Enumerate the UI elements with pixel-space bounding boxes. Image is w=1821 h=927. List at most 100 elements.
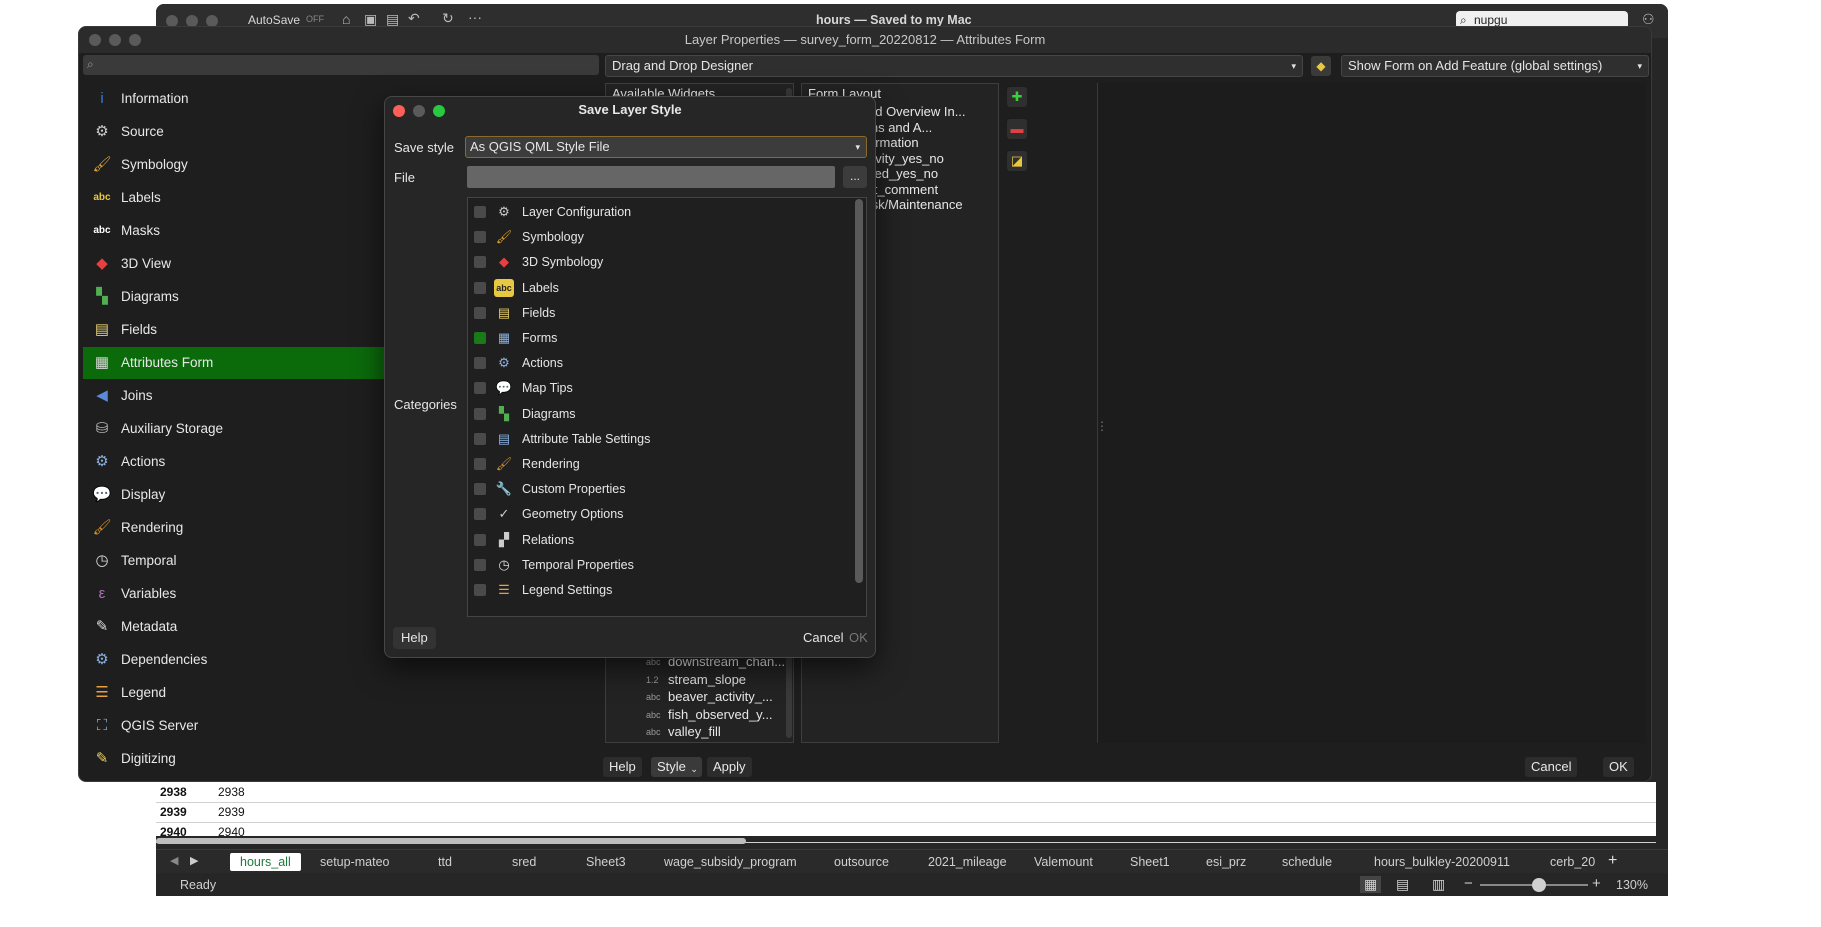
page-break-icon[interactable]: ▥ — [1432, 876, 1445, 893]
category-checkbox[interactable] — [474, 584, 486, 596]
sheet-tab[interactable]: setup-mateo — [310, 853, 399, 871]
add-container-button[interactable]: ✚ — [1007, 87, 1027, 107]
sheet-tab[interactable]: schedule — [1272, 853, 1342, 871]
category-item[interactable]: abc Labels — [468, 275, 848, 301]
file-path-input[interactable] — [467, 166, 835, 188]
table-row[interactable]: 2938 2938 — [156, 782, 1656, 803]
designer-select[interactable]: Drag and Drop Designer ▾ — [605, 55, 1303, 77]
cell[interactable]: 2939 — [218, 805, 245, 819]
save-style-select[interactable]: As QGIS QML Style File ▾ — [465, 136, 867, 158]
category-item[interactable]: ✓ Geometry Options — [468, 501, 848, 527]
cell[interactable]: 2938 — [218, 785, 245, 799]
category-checkbox[interactable] — [474, 256, 486, 269]
help-button[interactable]: Help — [393, 627, 436, 649]
more-icon[interactable]: ··· — [468, 9, 482, 25]
field-item[interactable]: stream_slope — [668, 672, 746, 687]
category-checkbox[interactable] — [474, 432, 486, 445]
category-item[interactable]: 🔧 Custom Properties — [468, 476, 848, 502]
sidebar-search-input[interactable]: ⌕ — [83, 55, 599, 75]
ok-button[interactable]: OK — [841, 627, 876, 649]
sidebar-item-digitizing[interactable]: ✎ Digitizing — [83, 743, 643, 775]
category-checkbox[interactable] — [474, 206, 486, 218]
invert-selection-button[interactable]: ◪ — [1007, 151, 1027, 171]
sidebar-item-legend[interactable]: ☰ Legend — [83, 677, 643, 709]
sheet-tab[interactable]: outsource — [824, 853, 899, 871]
sheet-tab[interactable]: hours_all — [230, 853, 301, 871]
zoom-slider[interactable] — [1480, 878, 1588, 892]
browse-file-button[interactable]: ... — [843, 166, 867, 188]
category-item[interactable]: ☰ Legend Settings — [468, 577, 848, 603]
sheet-tab[interactable]: esi_prz — [1196, 853, 1256, 871]
category-item[interactable]: ▤ Attribute Table Settings — [468, 426, 848, 452]
sheet-tab[interactable]: Sheet1 — [1120, 853, 1180, 871]
autosave-toggle[interactable]: OFF — [306, 14, 324, 24]
normal-view-icon[interactable]: ▦ — [1360, 876, 1382, 893]
category-checkbox[interactable] — [474, 332, 486, 344]
field-item[interactable]: valley_fill — [668, 724, 721, 739]
field-item[interactable]: habitat_value — [668, 742, 745, 745]
category-item[interactable]: ⚙ Layer Configuration — [468, 199, 848, 225]
horizontal-scrollbar[interactable] — [156, 838, 746, 844]
ok-button[interactable]: OK — [1603, 757, 1634, 777]
zoom-dot[interactable] — [433, 105, 445, 117]
category-item[interactable]: 🖌 Symbology — [468, 224, 848, 250]
category-checkbox[interactable] — [474, 558, 486, 571]
category-checkbox[interactable] — [474, 458, 486, 470]
style-button[interactable]: Style ⌄ — [651, 757, 702, 777]
add-sheet-button[interactable]: + — [1608, 852, 1617, 870]
help-button[interactable]: Help — [603, 757, 642, 777]
sheet-tab[interactable]: sred — [502, 853, 546, 871]
category-checkbox[interactable] — [474, 508, 486, 521]
category-checkbox[interactable] — [474, 483, 486, 496]
show-form-select[interactable]: Show Form on Add Feature (global setting… — [1341, 55, 1649, 77]
undo-icon[interactable]: ↶ — [408, 10, 420, 27]
next-sheet-icon[interactable]: ▶ — [190, 854, 198, 867]
category-checkbox[interactable] — [474, 533, 486, 546]
remove-item-button[interactable]: ▬ — [1007, 119, 1027, 139]
sheet-tab[interactable]: 2021_mileage — [918, 853, 1017, 871]
field-item[interactable]: fish_observed_y... — [668, 707, 773, 722]
category-item[interactable]: ▦ Forms — [468, 325, 848, 351]
python-init-button[interactable]: ◆ — [1311, 56, 1331, 76]
zoom-slider-handle[interactable] — [1532, 878, 1547, 892]
sheet-tab[interactable]: Sheet3 — [576, 853, 636, 871]
category-item[interactable]: 🖌 Rendering — [468, 451, 848, 477]
sheet-tab[interactable]: wage_subsidy_program — [654, 853, 807, 871]
field-item[interactable]: beaver_activity_... — [668, 689, 773, 704]
category-checkbox[interactable] — [474, 231, 486, 244]
categories-scrollbar[interactable] — [855, 199, 863, 613]
category-checkbox[interactable] — [474, 357, 486, 370]
zoom-in-icon[interactable]: + — [1592, 875, 1601, 892]
redo-icon[interactable]: ↻ — [442, 10, 454, 27]
sheet-tab[interactable]: Valemount — [1024, 853, 1103, 871]
cancel-button[interactable]: Cancel — [1525, 757, 1578, 777]
sheet-tab[interactable]: cerb_20 — [1540, 853, 1605, 871]
close-dot[interactable] — [89, 34, 101, 46]
category-checkbox[interactable] — [474, 382, 486, 395]
sheet-tab[interactable]: ttd — [428, 853, 462, 871]
scrollbar-thumb[interactable] — [855, 199, 863, 583]
prev-sheet-icon[interactable]: ◀ — [170, 854, 178, 867]
zoom-out-icon[interactable]: − — [1464, 875, 1473, 892]
category-item[interactable]: ⚙ Actions — [468, 350, 848, 376]
minimize-dot[interactable] — [413, 105, 425, 117]
sidebar-item-qgis-server[interactable]: ⛶ QGIS Server — [83, 710, 643, 742]
category-checkbox[interactable] — [474, 407, 486, 420]
page-layout-icon[interactable]: ▤ — [1396, 876, 1409, 893]
category-item[interactable]: ▚ Diagrams — [468, 401, 848, 427]
category-item[interactable]: ▞ Relations — [468, 527, 848, 553]
category-checkbox[interactable] — [474, 281, 486, 294]
cell[interactable]: 2940 — [218, 825, 245, 839]
splitter-handle[interactable]: ⋮ — [1096, 419, 1108, 433]
category-checkbox[interactable] — [474, 306, 486, 319]
close-dot[interactable] — [393, 105, 405, 117]
category-item[interactable]: 💬 Map Tips — [468, 375, 848, 401]
zoom-dot[interactable] — [129, 34, 141, 46]
category-item[interactable]: ◆ 3D Symbology — [468, 249, 848, 275]
home-icon[interactable]: ⌂ — [342, 11, 350, 27]
category-item[interactable]: ▤ Fields — [468, 300, 848, 326]
table-row[interactable]: 2939 2939 — [156, 802, 1656, 823]
minimize-dot[interactable] — [109, 34, 121, 46]
apply-button[interactable]: Apply — [707, 757, 752, 777]
category-item[interactable]: ◷ Temporal Properties — [468, 552, 848, 578]
